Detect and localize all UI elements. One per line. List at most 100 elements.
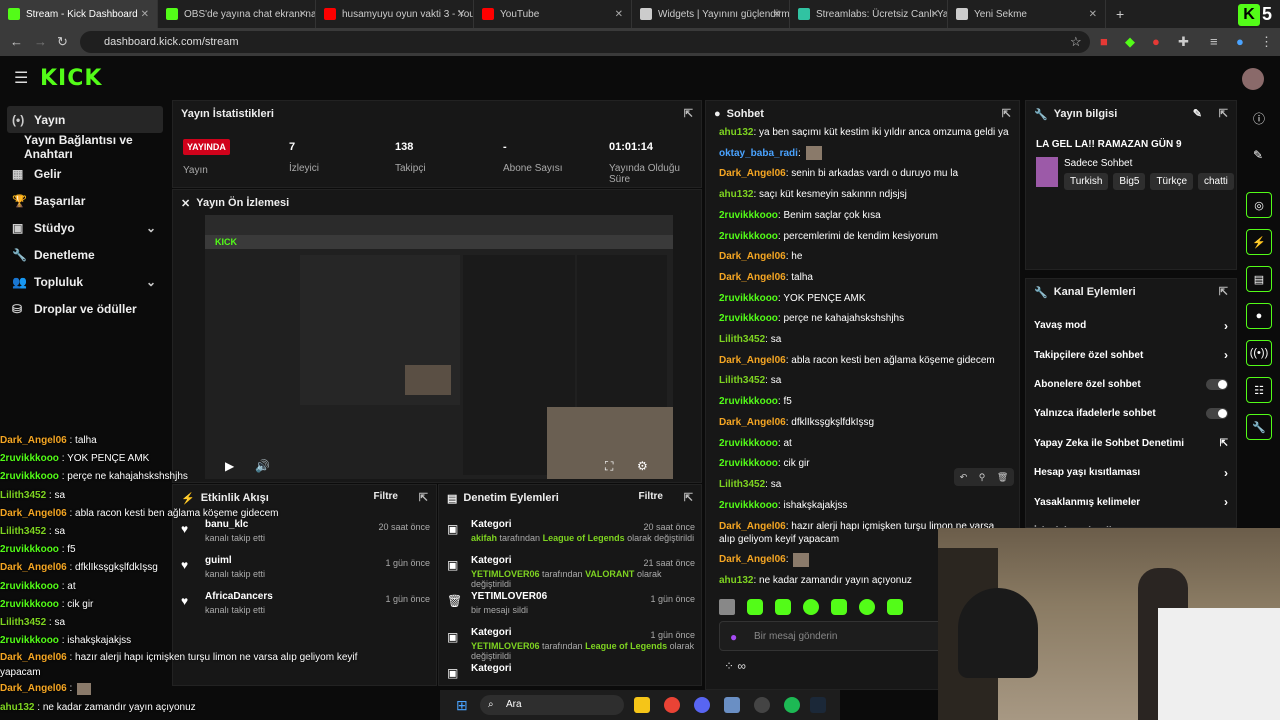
kick-logo[interactable]: KICK [40, 66, 102, 91]
chat-username[interactable]: 2ruvikkkooo [719, 438, 778, 449]
expand-icon[interactable]: ⇱ [419, 491, 428, 504]
wrench-icon[interactable]: 🔧 [1246, 414, 1272, 440]
emote-icon[interactable] [719, 599, 735, 615]
sidebar-item[interactable]: ▦ Gelir [0, 160, 170, 187]
sidebar-item[interactable]: (•) Yayın [7, 106, 163, 133]
chat-username[interactable]: 2ruvikkkooo [719, 313, 778, 324]
expand-icon[interactable]: ⇱ [1002, 107, 1011, 120]
chat-username[interactable]: Dark_Angel06 [719, 417, 786, 428]
chat-username[interactable]: ahu132 [719, 575, 753, 586]
chat-username[interactable]: Dark_Angel06 [719, 521, 786, 532]
record-extension-icon[interactable]: ● [1152, 34, 1160, 49]
channel-action-item[interactable]: Yapay Zeka ile Sohbet Denetimi ⇱ [1026, 429, 1236, 458]
channel-action-item[interactable]: Yasaklanmış kelimeler › [1026, 487, 1236, 516]
puzzle-icon[interactable]: ✚ [1178, 34, 1189, 50]
edit-pencil-icon[interactable]: ✎ [1193, 107, 1202, 120]
sidebar-item[interactable]: 🏆 Başarılar [0, 187, 170, 214]
chat-username[interactable]: Lilith3452 [719, 334, 765, 345]
emote-icon[interactable] [747, 599, 763, 615]
forward-icon[interactable]: → [34, 34, 47, 49]
close-icon[interactable]: ✕ [615, 9, 623, 20]
sidebar-item[interactable]: 🔧 Denetleme [0, 241, 170, 268]
url-field[interactable]: dashboard.kick.com/stream [80, 31, 1090, 53]
tag-chip[interactable]: Big5 [1113, 173, 1146, 190]
emote-icon[interactable] [831, 599, 847, 615]
chat-username[interactable]: Dark_Angel06 [719, 554, 786, 565]
close-icon[interactable]: ✕ [457, 9, 465, 20]
browser-tab[interactable]: Stream - Kick Dashboard ✕ [0, 0, 158, 28]
discord-icon[interactable] [694, 697, 710, 713]
bookmark-star-icon[interactable]: ☆ [1070, 34, 1082, 50]
expand-icon[interactable]: ⇱ [684, 491, 693, 504]
app-icon[interactable] [724, 697, 740, 713]
trash-icon[interactable]: 🗑 [997, 472, 1008, 483]
expand-icon[interactable]: ⇱ [1219, 285, 1228, 298]
expand-icon[interactable]: ⇱ [684, 107, 693, 120]
toggle-switch[interactable] [1206, 408, 1228, 420]
extension-icon[interactable]: ■ [1100, 34, 1108, 49]
microphone-icon[interactable]: ● [730, 630, 737, 644]
browser-tab[interactable]: husamyuyu oyun vakti 3 - YouT ✕ [316, 0, 474, 28]
channel-action-item[interactable]: Takipçilere özel sohbet › [1026, 340, 1236, 369]
sidebar-item[interactable]: ▣ Stüdyo ⌄ [0, 214, 170, 241]
close-icon[interactable]: ✕ [1089, 9, 1097, 20]
toggle-switch[interactable] [1206, 378, 1228, 390]
channel-action-item[interactable]: Yalnızca ifadelerle sohbet [1026, 399, 1236, 428]
new-tab-icon[interactable]: + [1106, 0, 1134, 28]
channel-action-item[interactable]: Abonelere özel sohbet [1026, 370, 1236, 399]
moderation-filter-button[interactable]: Filtre [639, 491, 663, 502]
folder-icon[interactable] [634, 697, 650, 713]
settings-gear-icon[interactable]: ⚙ [637, 459, 648, 473]
windows-start-icon[interactable]: ⊞ [456, 697, 468, 714]
chat-username[interactable]: Lilith3452 [719, 479, 765, 490]
tag-chip[interactable]: Türkçe [1150, 173, 1193, 190]
camera-icon[interactable]: ◎ [1246, 192, 1272, 218]
close-icon[interactable]: ✕ [931, 9, 939, 20]
browser-tab[interactable]: Streamlabs: Ücretsiz Canlı Yay ✕ [790, 0, 948, 28]
chat-username[interactable]: 2ruvikkkooo [719, 231, 778, 242]
chevron-down-icon[interactable]: ⌄ [146, 275, 156, 289]
close-icon[interactable]: ✕ [181, 197, 190, 210]
tag-chip[interactable]: Turkish [1064, 173, 1109, 190]
browser-tab[interactable]: OBS'de yayına chat ekranı nası ✕ [158, 0, 316, 28]
chat-bubble-icon[interactable]: ● [1246, 303, 1272, 329]
taskbar-search[interactable]: ⌕ Ara [480, 695, 624, 715]
close-icon[interactable]: ✕ [141, 9, 149, 20]
shield-extension-icon[interactable]: ◆ [1125, 34, 1135, 50]
chat-username[interactable]: Dark_Angel06 [719, 168, 786, 179]
browser-menu-icon[interactable]: ⋮ [1260, 34, 1273, 50]
emote-icon[interactable] [887, 599, 903, 615]
emote-icon[interactable] [859, 599, 875, 615]
chat-username[interactable]: 2ruvikkkooo [719, 458, 778, 469]
chat-username[interactable]: 2ruvikkkooo [719, 293, 778, 304]
chevron-down-icon[interactable]: ⌄ [146, 221, 156, 235]
chat-username[interactable]: Dark_Angel06 [719, 272, 786, 283]
broadcast-icon[interactable]: ((•)) [1246, 340, 1272, 366]
fullscreen-icon[interactable]: ⛶ [605, 459, 613, 474]
chat-username[interactable]: ahu132 [719, 127, 753, 138]
obs-icon[interactable] [754, 697, 770, 713]
channel-action-item[interactable]: Hesap yaşı kısıtlaması › [1026, 458, 1236, 487]
back-icon[interactable]: ← [10, 34, 23, 49]
info-icon[interactable]: ⓘ [1253, 110, 1265, 127]
chrome-icon[interactable] [664, 697, 680, 713]
layout-icon[interactable]: ☷ [1246, 377, 1272, 403]
channel-action-item[interactable]: İzleyici Yönlendir [1026, 517, 1236, 527]
emote-icon[interactable] [775, 599, 791, 615]
reload-icon[interactable]: ↻ [57, 34, 68, 50]
browser-tab[interactable]: Yeni Sekme ✕ [948, 0, 1106, 28]
sidebar-item[interactable]: Yayın Bağlantısı ve Anahtarı [0, 133, 170, 161]
avatar[interactable] [1242, 68, 1264, 90]
bolt-icon[interactable]: ⚡ [1246, 229, 1272, 255]
chat-username[interactable]: 2ruvikkkooo [719, 500, 778, 511]
close-icon[interactable]: ✕ [299, 9, 307, 20]
chat-username[interactable]: 2ruvikkkooo [719, 396, 778, 407]
menu-list-icon[interactable]: ≡ [1210, 34, 1218, 49]
reply-icon[interactable]: ↶ [960, 472, 968, 483]
profile-avatar-icon[interactable]: ● [1236, 34, 1244, 49]
browser-tab[interactable]: YouTube ✕ [474, 0, 632, 28]
chat-username[interactable]: Dark_Angel06 [719, 251, 786, 262]
sidebar-item[interactable]: 👥 Topluluk ⌄ [0, 268, 170, 295]
channel-action-item[interactable]: Yavaş mod › [1026, 311, 1236, 340]
chat-username[interactable]: Dark_Angel06 [719, 355, 786, 366]
